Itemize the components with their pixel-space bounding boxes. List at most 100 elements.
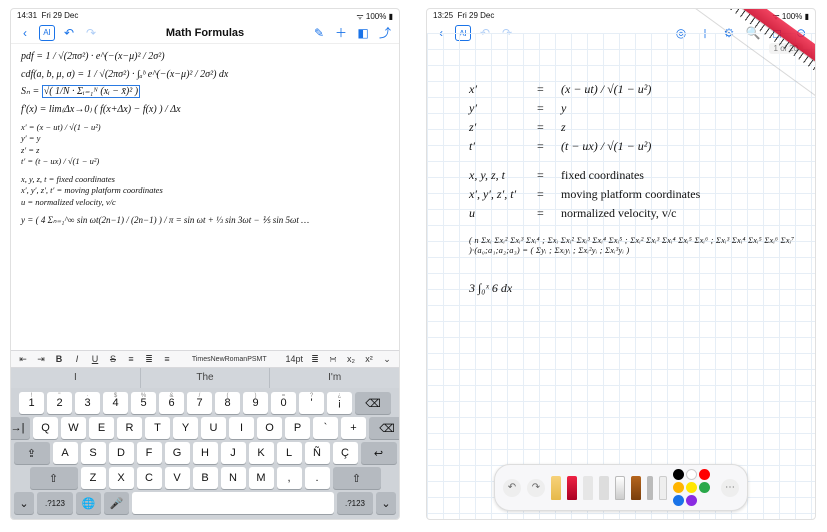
palette-undo-icon[interactable]: ↶: [503, 479, 521, 497]
brush-tool[interactable]: [631, 476, 641, 500]
list-bullet-icon[interactable]: ≣: [309, 354, 321, 365]
key-H[interactable]: H: [193, 442, 218, 464]
key-N[interactable]: N: [221, 467, 246, 489]
key-S[interactable]: S: [81, 442, 106, 464]
color-swatch[interactable]: [699, 482, 710, 493]
shift-key-left[interactable]: ⇧: [30, 467, 78, 489]
key-K[interactable]: K: [249, 442, 274, 464]
list-dash-icon[interactable]: ∺: [327, 354, 339, 365]
font-size[interactable]: 14pt: [285, 354, 303, 364]
color-swatch[interactable]: [686, 482, 697, 493]
document-body[interactable]: pdf = 1 / √(2πσ²) · e^(−(x−μ)² / 2σ²) cd…: [11, 44, 399, 234]
shift-key-right[interactable]: ⇧: [333, 467, 381, 489]
key-D[interactable]: D: [109, 442, 134, 464]
caret-selection[interactable]: √( 1/N · Σᵢ₌₁ᴺ (xᵢ − x̄)² ): [42, 85, 140, 98]
key-'[interactable]: '?: [299, 392, 324, 414]
font-name[interactable]: TimesNewRomanPSMT: [179, 356, 279, 363]
key-C[interactable]: C: [137, 467, 162, 489]
key-G[interactable]: G: [165, 442, 190, 464]
caps-key[interactable]: ⇪: [14, 442, 50, 464]
key-4[interactable]: 4$: [103, 392, 128, 414]
color-swatch[interactable]: [673, 469, 684, 480]
select-all-icon[interactable]: AI: [39, 25, 55, 41]
add-icon[interactable]: ＋: [333, 25, 349, 41]
hide-keyboard-key[interactable]: ⌄: [14, 492, 34, 514]
key-Ç[interactable]: Ç: [333, 442, 358, 464]
suggestion-2[interactable]: The: [141, 368, 271, 388]
key-Ñ[interactable]: Ñ: [305, 442, 330, 464]
key-E[interactable]: E: [89, 417, 114, 439]
key-U[interactable]: U: [201, 417, 226, 439]
highlighter-tool[interactable]: [599, 476, 609, 500]
suggestion-3[interactable]: I'm: [270, 368, 399, 388]
key-J[interactable]: J: [221, 442, 246, 464]
globe-key[interactable]: 🌐: [76, 492, 101, 514]
key-9[interactable]: 9): [243, 392, 268, 414]
back-icon[interactable]: ‹: [17, 25, 33, 41]
mic-key[interactable]: 🎤: [104, 492, 129, 514]
color-swatch[interactable]: [673, 482, 684, 493]
key-`[interactable]: `: [313, 417, 338, 439]
key-1[interactable]: 1!: [19, 392, 44, 414]
key-Q[interactable]: Q: [33, 417, 58, 439]
enter-key[interactable]: ↩︎: [361, 442, 397, 464]
key-F[interactable]: F: [137, 442, 162, 464]
color-swatch[interactable]: [686, 469, 697, 480]
align-right-icon[interactable]: ≡: [161, 354, 173, 364]
pen-tool[interactable]: [567, 476, 577, 500]
key-M[interactable]: M: [249, 467, 274, 489]
color-swatch[interactable]: [686, 495, 697, 506]
undo-icon[interactable]: ↶: [61, 25, 77, 41]
key-¡[interactable]: ¡¿: [327, 392, 352, 414]
suggestion-1[interactable]: I: [11, 368, 141, 388]
pencil-tool[interactable]: [551, 476, 561, 500]
num-toggle-key[interactable]: .?123: [37, 492, 73, 514]
key-O[interactable]: O: [257, 417, 282, 439]
key-8[interactable]: 8(: [215, 392, 240, 414]
indent-out-icon[interactable]: ⇤: [17, 354, 29, 365]
redo-icon[interactable]: ↷: [83, 25, 99, 41]
key-⌫[interactable]: ⌫: [355, 392, 391, 414]
shapes-icon[interactable]: ◧: [355, 25, 371, 41]
share-icon[interactable]: ⤴: [377, 25, 393, 41]
pen-icon[interactable]: ✎: [311, 25, 327, 41]
comma-key[interactable]: ,: [277, 467, 302, 489]
key-W[interactable]: W: [61, 417, 86, 439]
hide-keyboard-key-right[interactable]: ⌄: [376, 492, 396, 514]
underline-icon[interactable]: U: [89, 354, 101, 364]
color-swatch[interactable]: [699, 469, 710, 480]
space-key[interactable]: [132, 492, 334, 514]
color-swatch[interactable]: [673, 495, 684, 506]
key-V[interactable]: V: [165, 467, 190, 489]
key-T[interactable]: T: [145, 417, 170, 439]
key-P[interactable]: P: [285, 417, 310, 439]
italic-icon[interactable]: I: [71, 354, 83, 364]
key-3[interactable]: 3·: [75, 392, 100, 414]
hide-fmt-icon[interactable]: ⌄: [381, 354, 393, 365]
x2-icon[interactable]: x₂: [345, 354, 357, 364]
key-7[interactable]: 7/: [187, 392, 212, 414]
key-A[interactable]: A: [53, 442, 78, 464]
key-0[interactable]: 0=: [271, 392, 296, 414]
delete-key[interactable]: ⌫: [369, 417, 400, 439]
key-B[interactable]: B: [193, 467, 218, 489]
key-R[interactable]: R: [117, 417, 142, 439]
key-Z[interactable]: Z: [81, 467, 106, 489]
key-+[interactable]: +: [341, 417, 366, 439]
tab-key[interactable]: →|: [10, 417, 30, 439]
key-5[interactable]: 5%: [131, 392, 156, 414]
eraser-tool[interactable]: [615, 476, 625, 500]
strike-icon[interactable]: S: [107, 354, 119, 364]
num-toggle-key-right[interactable]: .?123: [337, 492, 373, 514]
palette-more-icon[interactable]: ⋯: [721, 479, 739, 497]
indent-in-icon[interactable]: ⇥: [35, 354, 47, 365]
key-L[interactable]: L: [277, 442, 302, 464]
align-center-icon[interactable]: ≣: [143, 354, 155, 365]
key-I[interactable]: I: [229, 417, 254, 439]
period-key[interactable]: .: [305, 467, 330, 489]
key-2[interactable]: 2": [47, 392, 72, 414]
key-6[interactable]: 6&: [159, 392, 184, 414]
marker-tool[interactable]: [583, 476, 593, 500]
key-X[interactable]: X: [109, 467, 134, 489]
key-Y[interactable]: Y: [173, 417, 198, 439]
